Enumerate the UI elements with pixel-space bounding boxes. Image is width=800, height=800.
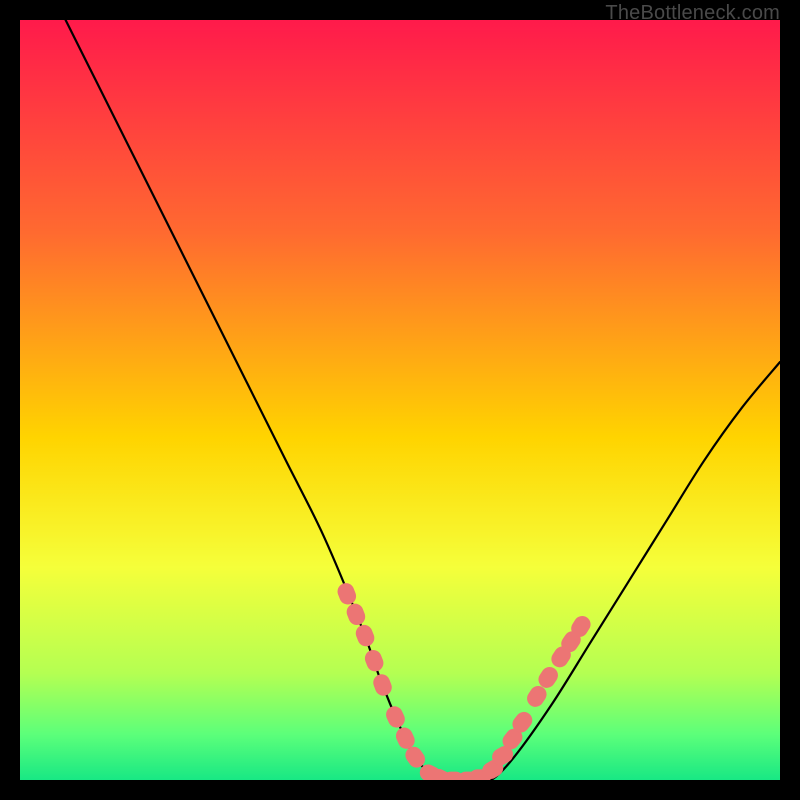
chart-frame: TheBottleneck.com bbox=[0, 0, 800, 800]
plot-area bbox=[20, 20, 780, 780]
chart-svg bbox=[20, 20, 780, 780]
watermark-text: TheBottleneck.com bbox=[605, 2, 780, 25]
gradient-background bbox=[20, 20, 780, 780]
